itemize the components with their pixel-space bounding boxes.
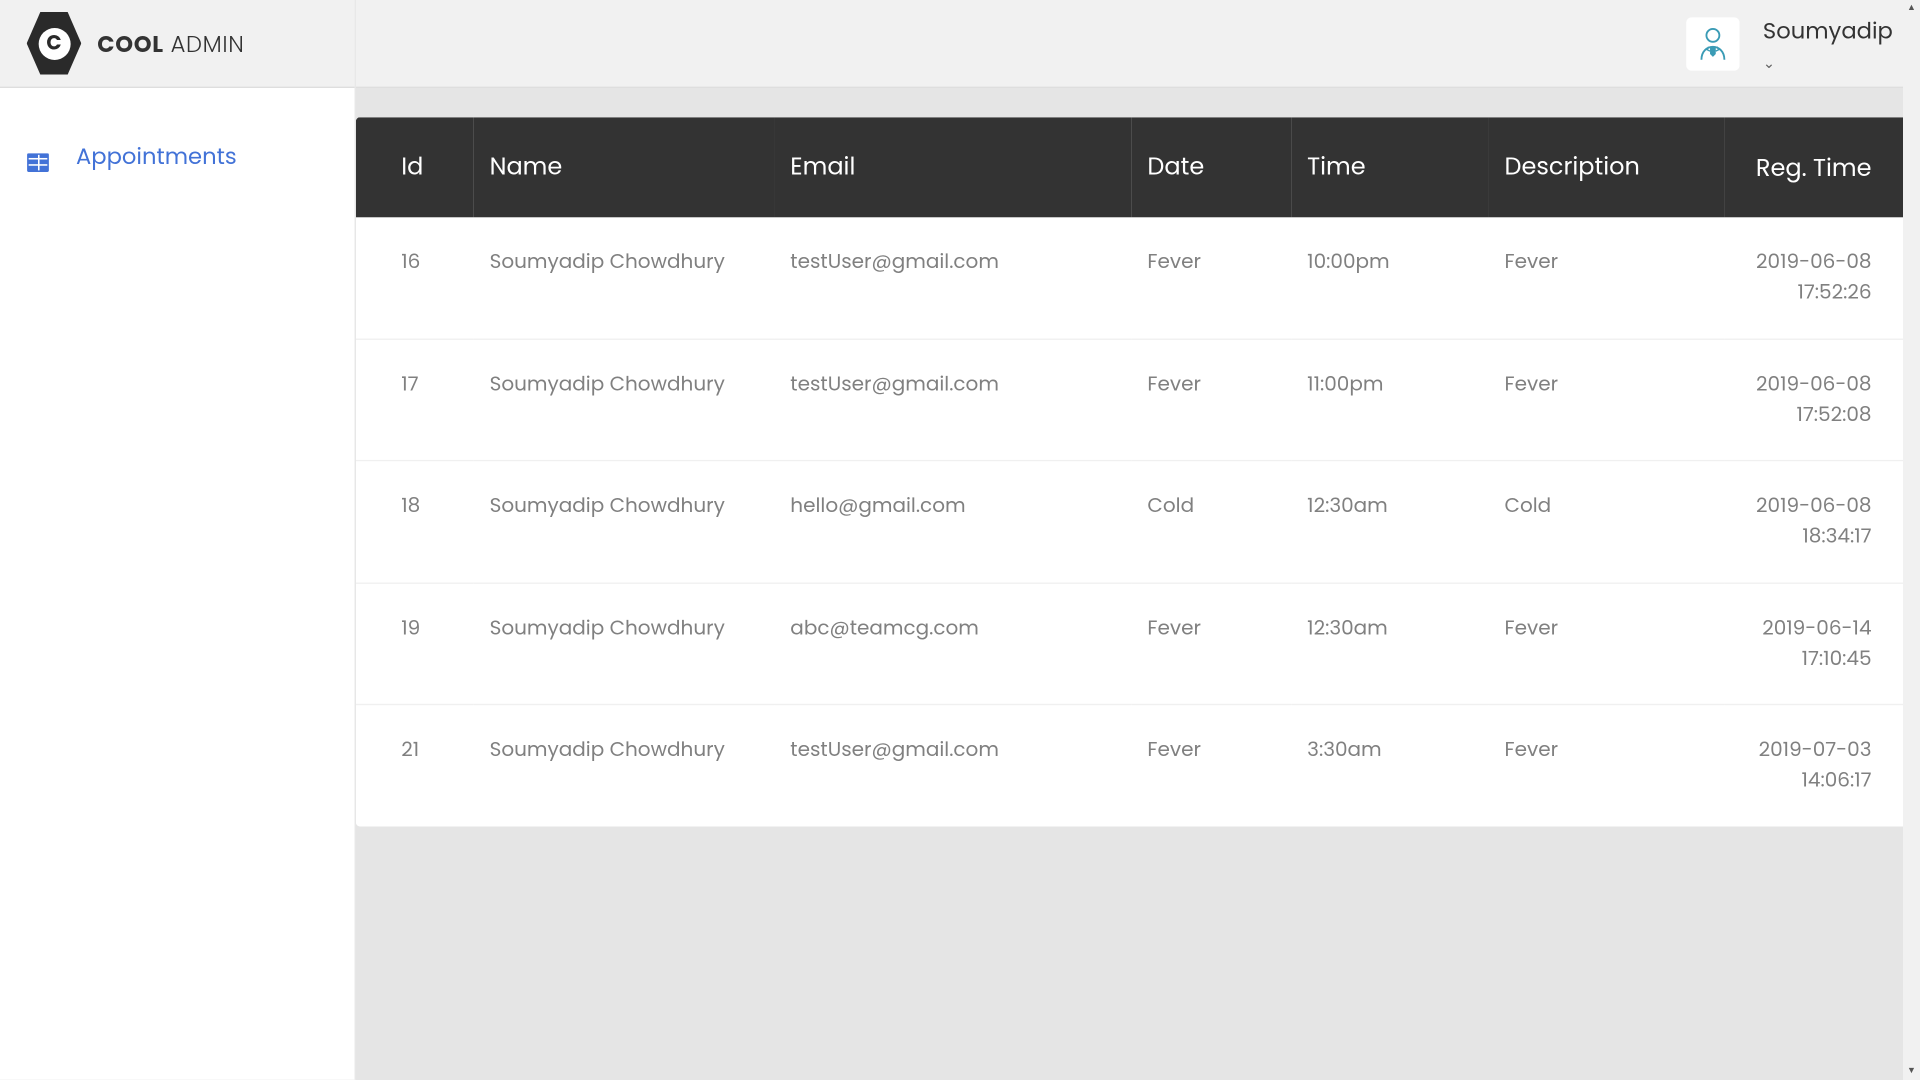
- user-name-wrap: Soumyadip ⌄: [1763, 13, 1893, 74]
- cell-time: 12:30am: [1291, 583, 1488, 705]
- cell-reg_time: 2019-06-08 17:52:26: [1724, 217, 1916, 338]
- scroll-down-icon[interactable]: ▼: [1903, 1063, 1920, 1080]
- appointments-table-card: Id Name Email Date Time Description Reg.…: [356, 117, 1917, 825]
- cell-date: Fever: [1131, 217, 1291, 338]
- table-row: 16Soumyadip ChowdhurytestUser@gmail.comF…: [356, 217, 1917, 338]
- cell-date: Cold: [1131, 461, 1291, 583]
- table-row: 19Soumyadip Chowdhuryabc@teamcg.comFever…: [356, 583, 1917, 705]
- sidebar-item-appointments[interactable]: Appointments: [27, 139, 328, 174]
- user-name: Soumyadip: [1763, 13, 1893, 48]
- logo-icon: C: [27, 12, 82, 75]
- cell-reg_time: 2019-06-14 17:10:45: [1724, 583, 1916, 705]
- cell-description: Fever: [1489, 583, 1725, 705]
- cell-name: Soumyadip Chowdhury: [474, 217, 775, 338]
- th-description: Description: [1489, 117, 1725, 217]
- cell-reg_time: 2019-06-08 18:34:17: [1724, 461, 1916, 583]
- sidebar-nav: Appointments: [0, 88, 355, 224]
- cell-reg_time: 2019-06-08 17:52:08: [1724, 339, 1916, 461]
- th-id: Id: [356, 117, 474, 217]
- cell-name: Soumyadip Chowdhury: [474, 704, 775, 825]
- header: Soumyadip ⌄: [356, 0, 1920, 88]
- main: Soumyadip ⌄ Id Name Email Date Time Des: [356, 0, 1920, 1080]
- cell-description: Fever: [1489, 339, 1725, 461]
- cell-reg_time: 2019-07-03 14:06:17: [1724, 704, 1916, 825]
- cell-email: testUser@gmail.com: [774, 339, 1131, 461]
- cell-id: 16: [356, 217, 474, 338]
- cell-date: Fever: [1131, 704, 1291, 825]
- table-icon: [27, 147, 50, 166]
- cell-time: 10:00pm: [1291, 217, 1488, 338]
- cell-id: 18: [356, 461, 474, 583]
- cell-description: Fever: [1489, 217, 1725, 338]
- th-reg-time: Reg. Time: [1724, 117, 1916, 217]
- cell-name: Soumyadip Chowdhury: [474, 461, 775, 583]
- cell-email: hello@gmail.com: [774, 461, 1131, 583]
- cell-time: 11:00pm: [1291, 339, 1488, 461]
- table-row: 21Soumyadip ChowdhurytestUser@gmail.comF…: [356, 704, 1917, 825]
- cell-id: 19: [356, 583, 474, 705]
- th-date: Date: [1131, 117, 1291, 217]
- cell-email: testUser@gmail.com: [774, 217, 1131, 338]
- sidebar-item-label: Appointments: [76, 139, 237, 174]
- th-email: Email: [774, 117, 1131, 217]
- table-body: 16Soumyadip ChowdhurytestUser@gmail.comF…: [356, 217, 1917, 826]
- brand-text: COOL ADMIN: [97, 26, 244, 61]
- cell-id: 21: [356, 704, 474, 825]
- table-row: 17Soumyadip ChowdhurytestUser@gmail.comF…: [356, 339, 1917, 461]
- th-time: Time: [1291, 117, 1488, 217]
- chevron-down-icon: ⌄: [1763, 51, 1775, 74]
- user-dropdown[interactable]: Soumyadip ⌄: [1686, 13, 1893, 74]
- appointments-table: Id Name Email Date Time Description Reg.…: [356, 117, 1917, 825]
- cell-email: testUser@gmail.com: [774, 704, 1131, 825]
- table-row: 18Soumyadip Chowdhuryhello@gmail.comCold…: [356, 461, 1917, 583]
- cell-description: Fever: [1489, 704, 1725, 825]
- cell-date: Fever: [1131, 583, 1291, 705]
- th-name: Name: [474, 117, 775, 217]
- scroll-up-icon[interactable]: ▲: [1903, 0, 1920, 17]
- brand-light: ADMIN: [164, 27, 245, 59]
- cell-name: Soumyadip Chowdhury: [474, 339, 775, 461]
- sidebar: C COOL ADMIN Appointments: [0, 0, 356, 1080]
- cell-time: 3:30am: [1291, 704, 1488, 825]
- cell-time: 12:30am: [1291, 461, 1488, 583]
- scrollbar[interactable]: ▲ ▼: [1903, 0, 1920, 1080]
- cell-email: abc@teamcg.com: [774, 583, 1131, 705]
- avatar: [1686, 17, 1739, 70]
- logo-letter: C: [38, 27, 70, 59]
- table-header: Id Name Email Date Time Description Reg.…: [356, 117, 1917, 217]
- cell-date: Fever: [1131, 339, 1291, 461]
- content: Id Name Email Date Time Description Reg.…: [356, 88, 1920, 1080]
- brand-bold: COOL: [97, 27, 163, 59]
- cell-description: Cold: [1489, 461, 1725, 583]
- sidebar-header: C COOL ADMIN: [0, 0, 355, 88]
- cell-id: 17: [356, 339, 474, 461]
- cell-name: Soumyadip Chowdhury: [474, 583, 775, 705]
